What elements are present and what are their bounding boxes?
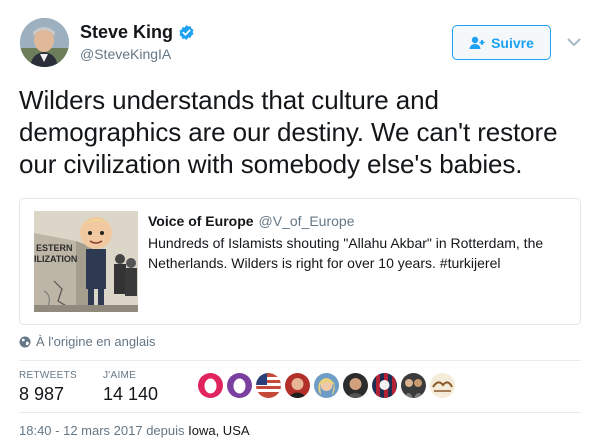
- likes-count: 14 140: [103, 384, 159, 404]
- liker-avatar[interactable]: [198, 373, 223, 398]
- quoted-tweet-text: Hundreds of Islamists shouting "Allahu A…: [148, 235, 544, 271]
- tweet-text: Wilders understands that culture and dem…: [19, 85, 558, 179]
- liker-avatar[interactable]: [430, 373, 455, 398]
- likes-label: J'AIME: [103, 370, 137, 381]
- globe-icon: [19, 336, 31, 347]
- author-avatar[interactable]: [20, 18, 69, 67]
- add-user-icon: [469, 36, 485, 49]
- follow-button-label: Suivre: [491, 34, 534, 51]
- quoted-tweet-image: ESTERN ILIZATION: [34, 211, 138, 312]
- liker-avatars: [198, 373, 455, 398]
- quoted-author-name[interactable]: Voice of Europe: [148, 213, 254, 229]
- quoted-author-handle[interactable]: @V_of_Europe: [259, 213, 355, 229]
- author-handle[interactable]: @SteveKingIA: [80, 46, 171, 62]
- follow-button[interactable]: Suivre: [452, 25, 551, 60]
- tweet-location[interactable]: Iowa, USA: [188, 423, 249, 438]
- cartoon-image-icon: ESTERN ILIZATION: [34, 211, 138, 312]
- author-photo-icon: [20, 18, 69, 67]
- translate-label: À l'origine en anglais: [36, 334, 156, 349]
- retweets-count: 8 987: [19, 384, 65, 404]
- author-name[interactable]: Steve King: [80, 22, 173, 43]
- quoted-tweet-header: Voice of Europe @V_of_Europe: [148, 213, 355, 229]
- likes-stat[interactable]: J'AIME 14 140: [103, 370, 158, 405]
- divider: [19, 412, 581, 413]
- translate-link[interactable]: À l'origine en anglais: [19, 334, 156, 349]
- retweets-stat[interactable]: RETWEETS 8 987: [19, 370, 77, 405]
- retweets-label: RETWEETS: [19, 370, 77, 381]
- liker-avatar[interactable]: [227, 373, 252, 398]
- verified-badge-icon: [179, 25, 194, 40]
- liker-avatar[interactable]: [343, 373, 368, 398]
- svg-text:ILIZATION: ILIZATION: [34, 254, 77, 264]
- divider: [19, 360, 581, 361]
- quoted-tweet-card[interactable]: ESTERN ILIZATION Voice of Europe @V_of_E…: [19, 198, 581, 325]
- liker-avatar[interactable]: [314, 373, 339, 398]
- liker-avatar[interactable]: [285, 373, 310, 398]
- tweet-timestamp[interactable]: 18:40 - 12 mars 2017 depuis: [19, 423, 185, 438]
- liker-avatar[interactable]: [401, 373, 426, 398]
- chevron-down-icon[interactable]: [566, 36, 582, 48]
- liker-avatar[interactable]: [372, 373, 397, 398]
- tweet-meta: 18:40 - 12 mars 2017 depuis Iowa, USA: [19, 423, 250, 438]
- svg-text:ESTERN: ESTERN: [36, 243, 73, 253]
- liker-avatar[interactable]: [256, 373, 281, 398]
- author-name-row[interactable]: Steve King: [80, 22, 195, 43]
